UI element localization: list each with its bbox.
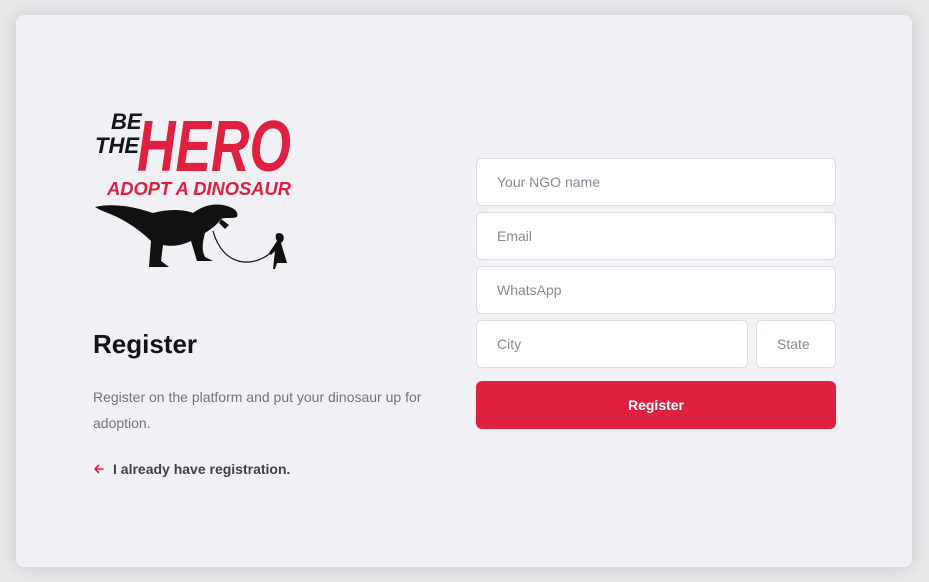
city-input[interactable] xyxy=(476,320,748,368)
register-button[interactable]: Register xyxy=(476,381,836,429)
svg-text:HERO: HERO xyxy=(137,107,291,187)
ngo-name-input[interactable] xyxy=(476,158,836,206)
svg-text:ADOPT A DINOSAUR: ADOPT A DINOSAUR xyxy=(106,179,291,199)
state-input[interactable] xyxy=(756,320,836,368)
svg-text:THE: THE xyxy=(95,133,140,158)
intro-section: BE THE HERO ADOPT A DINOSAUR Register Re… xyxy=(93,91,443,477)
whatsapp-input[interactable] xyxy=(476,266,836,314)
email-input[interactable] xyxy=(476,212,836,260)
register-description: Register on the platform and put your di… xyxy=(93,389,422,431)
back-to-login-link[interactable]: I already have registration. xyxy=(93,461,443,477)
register-card: BE THE HERO ADOPT A DINOSAUR Register Re… xyxy=(16,15,912,567)
page-title: Register xyxy=(93,329,198,359)
register-form: Register xyxy=(476,158,836,429)
be-the-hero-logo: BE THE HERO ADOPT A DINOSAUR xyxy=(93,91,293,273)
dinosaur-silhouette xyxy=(95,204,287,269)
arrow-left-icon xyxy=(93,463,105,475)
back-link-label: I already have registration. xyxy=(113,461,291,477)
location-row xyxy=(476,320,836,368)
